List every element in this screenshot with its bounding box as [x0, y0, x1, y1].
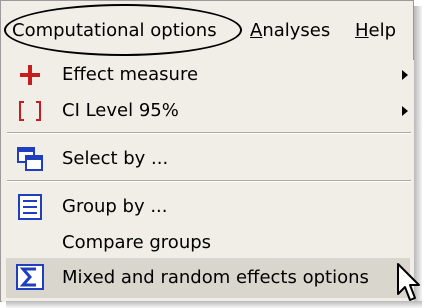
- analyses-mnemonic: A: [250, 20, 263, 41]
- menu-item-compare-groups[interactable]: Compare groups: [2, 228, 414, 258]
- menu-item-ci-level[interactable]: CI Level 95%: [2, 96, 414, 126]
- menu-item-label: Effect measure: [62, 64, 199, 85]
- menu-computational-options[interactable]: Computational options: [12, 19, 217, 43]
- menu-separator: [7, 132, 411, 134]
- computational-options-dropdown: Effect measure CI Level 95% Select by ..…: [2, 60, 414, 302]
- menu-item-label: Compare groups: [62, 232, 212, 253]
- menu-item-label: Group by ...: [62, 196, 168, 217]
- menu-item-label: Mixed and random effects options: [62, 267, 369, 288]
- menu-item-label: CI Level 95%: [62, 100, 179, 121]
- menu-item-select-by[interactable]: Select by ...: [2, 144, 414, 174]
- menu-bar: Computational options Analyses Help: [2, 2, 414, 60]
- submenu-arrow-icon: [402, 106, 408, 116]
- menu-item-mixed-random-effects[interactable]: Mixed and random effects options: [2, 258, 414, 298]
- help-rest: elp: [368, 20, 397, 41]
- menu-separator: [7, 180, 411, 182]
- menu-item-effect-measure[interactable]: Effect measure: [2, 60, 414, 90]
- window-shadow: [6, 301, 422, 308]
- mouse-pointer-icon: [397, 263, 420, 301]
- menu-help[interactable]: Help: [355, 19, 396, 43]
- group-list-icon: [18, 194, 42, 220]
- menu-window: Computational options Analyses Help Effe…: [0, 0, 414, 302]
- window-shadow: [414, 6, 422, 304]
- sigma-icon: [16, 264, 44, 290]
- menu-item-group-by[interactable]: Group by ...: [2, 192, 414, 222]
- analyses-rest: nalyses: [262, 20, 331, 41]
- brackets-icon: [19, 101, 41, 121]
- plus-icon: [20, 65, 40, 85]
- menu-item-label: Select by ...: [62, 148, 169, 169]
- menu-analyses[interactable]: Analyses: [250, 19, 330, 43]
- select-windows-icon: [17, 147, 43, 171]
- submenu-arrow-icon: [402, 70, 408, 80]
- help-mnemonic: H: [355, 20, 369, 41]
